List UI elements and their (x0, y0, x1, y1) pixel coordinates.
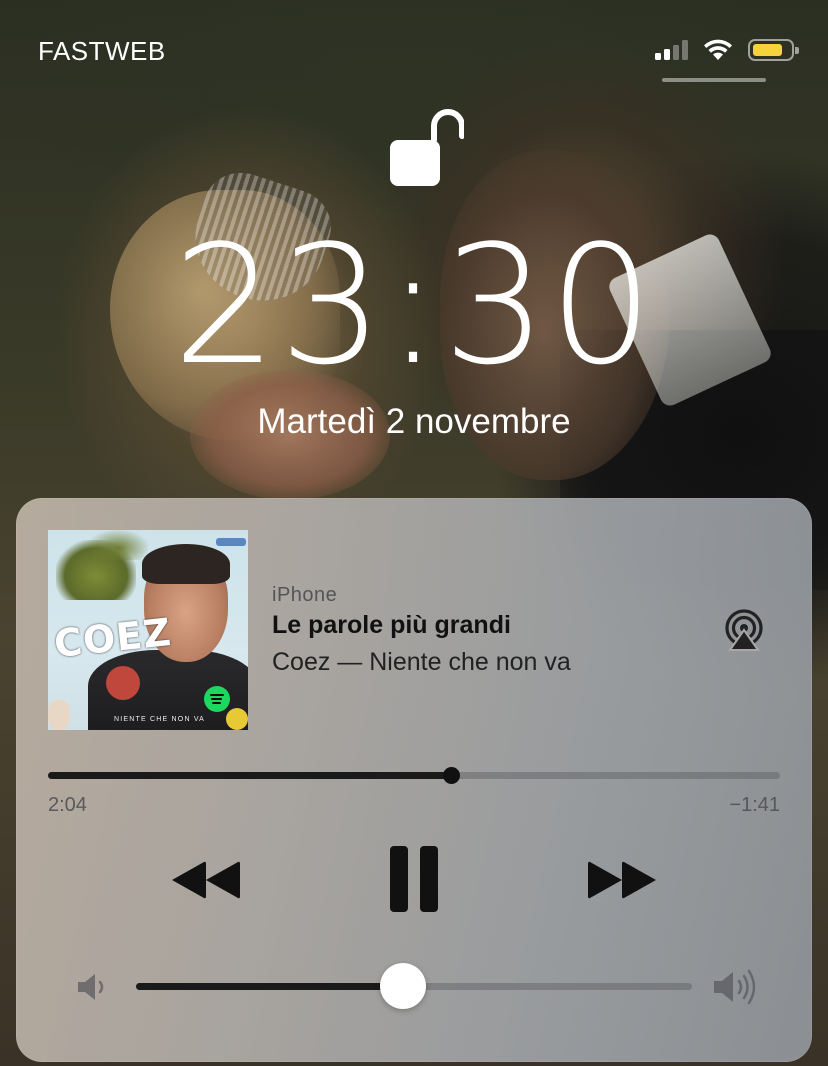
artwork-caption: NIENTE CHE NON VA (114, 716, 206, 723)
lock-screen-time: 23:30 (172, 210, 656, 401)
lock-screen: FASTWEB 23:30 Martedì 2 novembre COEZ NI… (0, 0, 828, 1066)
lock-screen-date: Martedì 2 novembre (257, 402, 571, 441)
wifi-icon (704, 39, 732, 60)
playback-source: iPhone (272, 584, 338, 606)
volume-handle[interactable] (379, 963, 426, 1009)
status-indicators (655, 38, 799, 62)
control-center-grabber[interactable] (662, 78, 766, 82)
remaining-time: −1:41 (729, 794, 780, 816)
rewind-button[interactable] (170, 858, 242, 902)
pause-button[interactable] (388, 846, 440, 912)
elapsed-time: 2:04 (48, 794, 87, 816)
playback-progress (48, 772, 451, 779)
scrubber-handle[interactable] (442, 767, 460, 784)
battery-icon (748, 39, 799, 61)
battery-level (753, 44, 782, 56)
fast-forward-button[interactable] (586, 858, 658, 902)
volume-slider[interactable] (136, 963, 692, 1009)
unlocked-padlock-icon (390, 109, 464, 186)
airplay-icon[interactable] (722, 608, 766, 652)
spotify-icon (204, 686, 230, 712)
artist-album: Coez — Niente che non va (272, 648, 571, 676)
volume-level (136, 983, 403, 990)
carrier-name: FASTWEB (38, 36, 166, 66)
track-title: Le parole più grandi (272, 611, 511, 639)
cellular-signal-icon (655, 40, 688, 60)
now-playing-widget[interactable]: COEZ NIENTE CHE NON VA iPhone Le parole … (16, 498, 812, 1062)
playback-scrubber[interactable] (48, 767, 780, 784)
volume-low-icon (78, 974, 104, 1000)
album-artwork[interactable]: COEZ NIENTE CHE NON VA (48, 530, 248, 730)
volume-high-icon (714, 969, 756, 1005)
